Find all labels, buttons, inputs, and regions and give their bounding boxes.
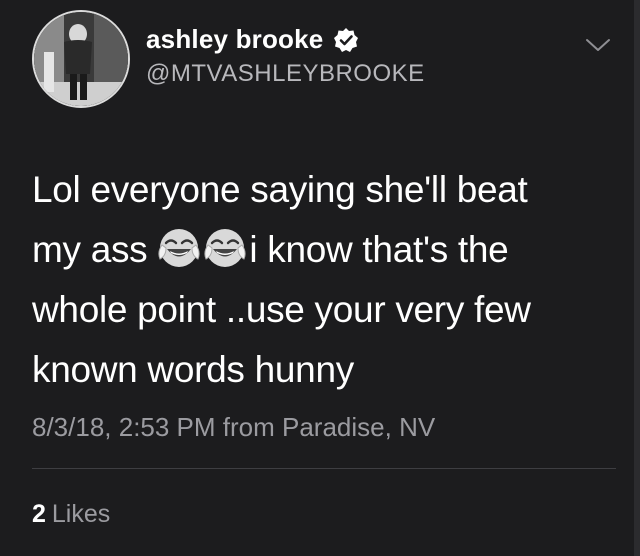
tweet-line-1: Lol everyone saying she'll beat [32, 169, 528, 210]
display-name[interactable]: ashley brooke [146, 24, 323, 55]
scrollbar[interactable] [634, 0, 640, 556]
tweet-body: Lol everyone saying she'll beat my ass i… [32, 160, 592, 400]
chevron-down-icon[interactable] [584, 34, 612, 56]
author-handle[interactable]: @MTVASHLEYBROOKE [146, 60, 425, 88]
face-with-tears-of-joy-icon [157, 226, 201, 270]
likes-label: Likes [51, 500, 111, 528]
verified-badge-icon [333, 27, 359, 53]
tweet-timestamp[interactable]: 8/3/18, 2:53 PM from Paradise, NV [32, 412, 435, 443]
face-with-tears-of-joy-icon [203, 226, 247, 270]
tweet-line-3: whole point ..use your very few [32, 289, 531, 330]
avatar[interactable] [32, 10, 130, 108]
tweet-line-2-start: my ass [32, 229, 148, 270]
tweet-card: ashley brooke @MTVASHLEYBROOKE Lol every… [0, 0, 640, 556]
tweet-line-4: known words hunny [32, 349, 354, 390]
likes-count: 2 [32, 500, 46, 528]
likes-stat[interactable]: 2 Likes [32, 500, 110, 529]
avatar-photo [34, 12, 128, 106]
divider [32, 468, 616, 469]
author-row: ashley brooke [146, 24, 359, 55]
tweet-line-2: my ass i know that's the [32, 220, 592, 280]
tweet-line-2-end: i know that's the [249, 229, 509, 270]
